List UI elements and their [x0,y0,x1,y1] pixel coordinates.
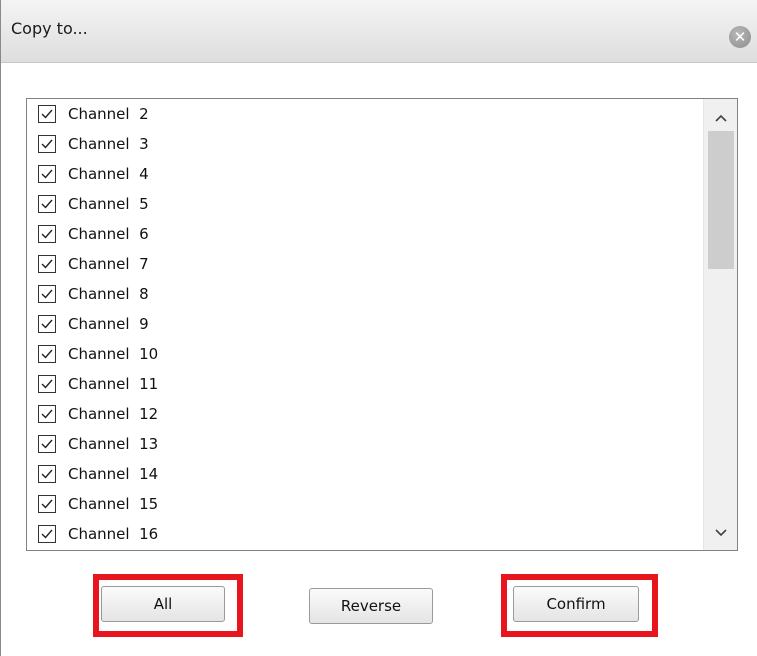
channel-label: Channel 16 [68,525,159,543]
check-icon [41,289,53,299]
channel-list-item[interactable]: Channel 9 [27,309,703,339]
channel-checkbox[interactable] [38,525,56,543]
channel-list-item[interactable]: Channel 11 [27,369,703,399]
copy-to-dialog: Copy to... ✕ Channel 2 Channel 3 Channel 4… [0,0,757,656]
channel-list-item[interactable]: Channel 4 [27,159,703,189]
channel-label: Channel 10 [68,345,159,363]
channel-checkbox[interactable] [38,225,56,243]
channel-checkbox[interactable] [38,165,56,183]
channel-label: Channel 3 [68,135,149,153]
dialog-titlebar: Copy to... ✕ [1,0,757,63]
check-icon [41,139,53,149]
channel-list-item[interactable]: Channel 15 [27,489,703,519]
check-icon [41,439,53,449]
channel-list-item[interactable]: Channel 10 [27,339,703,369]
check-icon [41,259,53,269]
reverse-button[interactable]: Reverse [309,588,433,624]
check-icon [41,529,53,539]
channel-checkbox[interactable] [38,255,56,273]
channel-list-item[interactable]: Channel 12 [27,399,703,429]
check-icon [41,199,53,209]
channel-label: Channel 15 [68,495,159,513]
channel-list-item[interactable]: Channel 7 [27,249,703,279]
channel-label: Channel 11 [68,375,159,393]
channel-list-item[interactable]: Channel 8 [27,279,703,309]
check-icon [41,319,53,329]
scroll-down-icon[interactable] [704,518,737,548]
channel-label: Channel 5 [68,195,149,213]
check-icon [41,379,53,389]
dialog-title: Copy to... [11,19,88,38]
channel-list: Channel 2 Channel 3 Channel 4 Channel 5 Chan… [26,98,738,551]
channel-checkbox[interactable] [38,195,56,213]
channel-label: Channel 12 [68,405,159,423]
channel-label: Channel 13 [68,435,159,453]
confirm-button[interactable]: Confirm [513,586,639,622]
channel-label: Channel 4 [68,165,149,183]
channel-label: Channel 8 [68,285,149,303]
check-icon [41,169,53,179]
channel-checkbox[interactable] [38,375,56,393]
check-icon [41,229,53,239]
check-icon [41,109,53,119]
channel-checkbox[interactable] [38,135,56,153]
scroll-up-icon[interactable] [704,103,737,133]
check-icon [41,349,53,359]
channel-label: Channel 2 [68,105,149,123]
channel-checkbox[interactable] [38,465,56,483]
scroll-thumb[interactable] [708,131,734,269]
channel-list-item[interactable]: Channel 14 [27,459,703,489]
channel-label: Channel 6 [68,225,149,243]
channel-label: Channel 7 [68,255,149,273]
channel-checkbox[interactable] [38,495,56,513]
close-icon[interactable]: ✕ [729,26,751,48]
channel-list-item[interactable]: Channel 6 [27,219,703,249]
channel-label: Channel 9 [68,315,149,333]
channel-checkbox[interactable] [38,285,56,303]
channel-checkbox[interactable] [38,105,56,123]
channel-checkbox[interactable] [38,405,56,423]
channel-list-items: Channel 2 Channel 3 Channel 4 Channel 5 Chan… [27,99,703,549]
channel-list-item[interactable]: Channel 5 [27,189,703,219]
channel-checkbox[interactable] [38,435,56,453]
check-icon [41,469,53,479]
all-button[interactable]: All [101,586,225,622]
check-icon [41,499,53,509]
channel-list-item[interactable]: Channel 16 [27,519,703,549]
vertical-scrollbar[interactable] [703,99,737,550]
channel-list-item[interactable]: Channel 2 [27,99,703,129]
channel-list-item[interactable]: Channel 13 [27,429,703,459]
check-icon [41,409,53,419]
channel-label: Channel 14 [68,465,159,483]
channel-list-item[interactable]: Channel 3 [27,129,703,159]
channel-checkbox[interactable] [38,345,56,363]
channel-checkbox[interactable] [38,315,56,333]
